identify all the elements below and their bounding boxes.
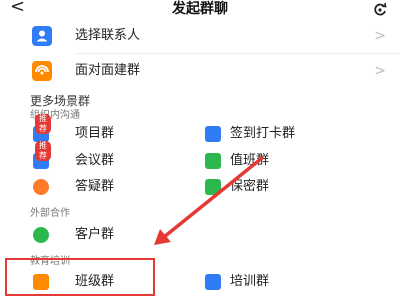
face-to-face-label: 面对面建群: [75, 63, 141, 78]
scene-item-label: 签到打卡群: [230, 126, 296, 141]
highlight-box: [5, 258, 155, 296]
recommend-badge: 推荐: [35, 141, 51, 161]
more-scenes-title: 更多场景群: [30, 94, 91, 108]
header-bar: < 发起群聊: [0, 0, 400, 20]
refresh-icon[interactable]: [372, 2, 388, 18]
create-group-chat-screen: < 发起群聊 选择联系人 > 面对面建群 > 更多场景群 组织内沟通 推荐 项目…: [0, 0, 400, 300]
scene-item-label: 培训群: [230, 274, 270, 289]
page-title: 发起群聊: [172, 1, 228, 17]
face-to-face-icon: [32, 61, 52, 81]
chevron-right-icon: >: [374, 28, 386, 44]
qa-icon: [33, 179, 49, 195]
secret-icon: [205, 179, 221, 195]
select-contacts-label: 选择联系人: [75, 28, 141, 43]
recommend-badge: 推荐: [35, 114, 51, 134]
contacts-card: 选择联系人 > 面对面建群 >: [0, 18, 400, 90]
divider: [75, 53, 400, 54]
contact-icon: [32, 26, 52, 46]
group-heading-external: 外部合作: [30, 208, 70, 219]
scene-item-label: 保密群: [230, 179, 270, 194]
scene-item-label: 会议群: [75, 153, 115, 168]
scene-item-label: 客户群: [75, 227, 115, 242]
scene-item-label: 项目群: [75, 126, 115, 141]
select-contacts-row[interactable]: 选择联系人 >: [0, 20, 400, 52]
scene-item-label: 答疑群: [75, 179, 115, 194]
chevron-right-icon: >: [374, 63, 386, 79]
checkin-icon: [205, 126, 221, 142]
customer-icon: [33, 227, 49, 243]
scene-item-label: 值班群: [230, 153, 270, 168]
face-to-face-row[interactable]: 面对面建群 >: [0, 55, 400, 87]
training-icon: [205, 274, 221, 290]
duty-icon: [205, 153, 221, 169]
